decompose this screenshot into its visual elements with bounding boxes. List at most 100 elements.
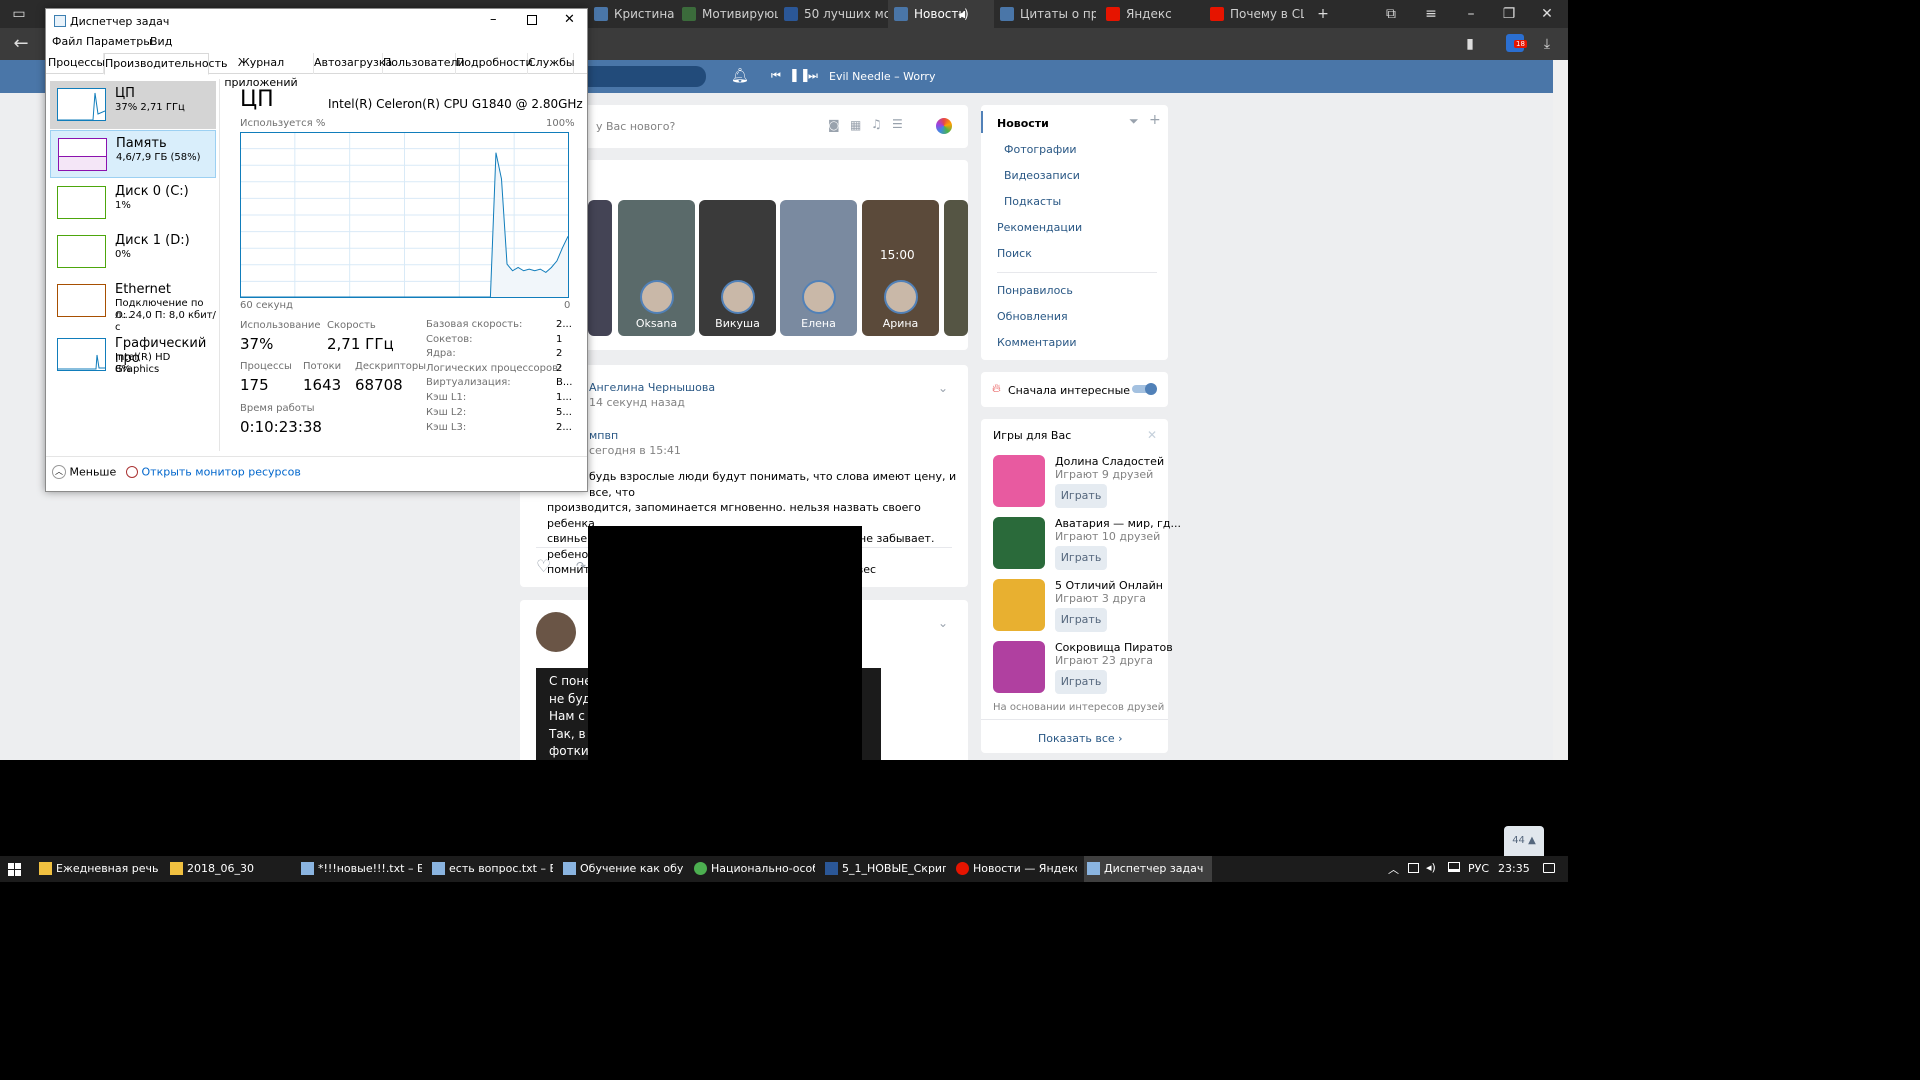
like-heart-icon[interactable]: ♡ (536, 557, 551, 577)
article-icon[interactable]: ☰ (892, 117, 903, 131)
tab-processes[interactable]: Процессы (48, 53, 105, 74)
notifications-icon[interactable] (1543, 863, 1555, 873)
game-icon[interactable] (993, 517, 1045, 569)
menu-item-photos[interactable]: Фотографии (1004, 143, 1077, 156)
fewer-details-button[interactable]: ︿ Меньше (52, 465, 116, 481)
taskbar-item[interactable]: 2018_06_30 (167, 856, 291, 882)
menu-item-updates[interactable]: Обновления (997, 310, 1068, 323)
side-item-disk1[interactable]: Диск 1 (D:) 0% (50, 228, 216, 276)
tab-startup[interactable]: Автозагрузка (314, 53, 392, 74)
vk-search-input[interactable] (580, 66, 706, 87)
play-button[interactable]: Играть (1055, 546, 1107, 570)
play-button[interactable]: Играть (1055, 608, 1107, 632)
menu-file[interactable]: Файл (52, 35, 82, 48)
back-arrow-icon[interactable]: ← (6, 30, 36, 58)
minimize-icon[interactable]: – (490, 12, 497, 27)
browser-tab[interactable]: Почему в США (1204, 0, 1304, 28)
bookmarks-icon[interactable]: ⧉ (1376, 0, 1406, 28)
browser-tab[interactable]: Яндекс (1100, 0, 1200, 28)
taskbar-item-active[interactable]: Диспетчер задач (1084, 856, 1212, 882)
tab-audio-icon[interactable]: ◂) (958, 0, 969, 28)
side-item-memory[interactable]: Память 4,6/7,9 ГБ (58%) (50, 130, 216, 178)
menu-icon[interactable]: ≡ (1416, 0, 1446, 28)
avatar-color-icon[interactable] (936, 118, 952, 134)
music-icon[interactable]: ♫ (871, 117, 882, 131)
tab-details[interactable]: Подробности (456, 53, 533, 74)
menu-item-news[interactable]: Новости (997, 117, 1049, 130)
menu-item-search[interactable]: Поиск (997, 247, 1032, 260)
start-windows-icon[interactable] (8, 863, 21, 876)
maximize-icon[interactable] (527, 15, 537, 25)
close-icon[interactable]: ✕ (1147, 428, 1157, 442)
story-item[interactable]: Oksana (618, 200, 695, 336)
taskbar-item[interactable]: Обучение как обуча... (560, 856, 684, 882)
game-title[interactable]: Долина Сладостей (1055, 455, 1164, 468)
tab-app-history[interactable]: Журнал приложений (209, 53, 314, 89)
input-language[interactable]: РУС (1468, 862, 1489, 875)
tray-device-icon[interactable] (1408, 863, 1419, 873)
play-button[interactable]: Играть (1055, 670, 1107, 694)
browser-tab[interactable]: Цитаты о прир (994, 0, 1096, 28)
tab-users[interactable]: Пользователи (383, 53, 465, 74)
menu-item-comments[interactable]: Комментарии (997, 336, 1077, 349)
post-author[interactable]: Ангелина Чернышова (589, 381, 715, 394)
repost-group[interactable]: мпвп (589, 429, 618, 442)
notifications-bell-icon[interactable]: 🔔︎ (731, 68, 749, 84)
story-item[interactable]: Викуша (699, 200, 776, 336)
browser-tab-active[interactable]: Новости ◂) (888, 0, 994, 28)
volume-icon[interactable]: ◂) (1426, 861, 1436, 874)
browser-tab[interactable]: 50 лучших мот (778, 0, 888, 28)
menu-item-videos[interactable]: Видеозаписи (1004, 169, 1080, 182)
browser-tab[interactable]: Мотивирующ (676, 0, 778, 28)
photo-icon[interactable]: ◙ (828, 118, 840, 132)
restore-icon[interactable]: ❐ (1494, 0, 1524, 28)
download-icon[interactable]: ⤓ (1532, 30, 1562, 58)
side-item-disk0[interactable]: Диск 0 (C:) 1% (50, 179, 216, 227)
taskbar-item[interactable]: Ежедневная речь (36, 856, 160, 882)
taskbar-item[interactable]: *!!!новые!!!.txt – Блок... (298, 856, 422, 882)
tray-chevron-icon[interactable]: ︿ (1388, 861, 1399, 877)
avatar[interactable] (536, 612, 576, 652)
game-icon[interactable] (993, 641, 1045, 693)
new-tab-icon[interactable]: + (1308, 0, 1338, 28)
taskbar-item[interactable]: есть вопрос.txt – Бл... (429, 856, 553, 882)
messages-counter[interactable]: 44 ▲ (1504, 826, 1544, 856)
page-scrollbar[interactable] (1553, 60, 1568, 760)
minimize-icon[interactable]: – (1456, 0, 1486, 28)
next-track-icon[interactable]: ⏭ (808, 69, 818, 83)
add-icon[interactable]: + (1149, 112, 1161, 128)
menu-view[interactable]: Вид (150, 35, 172, 48)
open-resource-monitor-link[interactable]: Открыть монитор ресурсов (126, 465, 301, 481)
menu-item-liked[interactable]: Понравилось (997, 284, 1073, 297)
side-item-gpu[interactable]: Графический про Intel(R) HD Graphics 8% (50, 331, 216, 379)
browser-tab[interactable]: Кристина Мак (588, 0, 676, 28)
taskbar-item[interactable]: Новости — Яндекс.Б... (953, 856, 1077, 882)
clock[interactable]: 23:35 (1498, 862, 1530, 875)
taskbar-item[interactable]: 5_1_НОВЫЕ_Скрипт... (822, 856, 946, 882)
story-item[interactable]: Елена (780, 200, 857, 336)
extension-badge-icon[interactable]: 18 (1506, 34, 1527, 52)
share-icon[interactable]: ↷ (576, 559, 586, 573)
game-title[interactable]: 5 Отличий Онлайн (1055, 579, 1163, 592)
menu-item-recommendations[interactable]: Рекомендации (997, 221, 1082, 234)
menu-item-podcasts[interactable]: Подкасты (1004, 195, 1061, 208)
post-time[interactable]: 14 секунд назад (589, 396, 685, 409)
title-bar[interactable]: Диспетчер задач – ✕ (46, 9, 587, 33)
story-item[interactable]: 15:00 Арина (862, 200, 939, 336)
game-icon[interactable] (993, 455, 1045, 507)
game-icon[interactable] (993, 579, 1045, 631)
tab-services[interactable]: Службы (528, 53, 575, 74)
tabs-overview-icon[interactable]: ▭ (4, 0, 34, 28)
chevron-down-icon[interactable]: ⌄ (938, 381, 948, 395)
taskbar-item[interactable]: Национально-особ... (691, 856, 815, 882)
chevron-down-icon[interactable]: ⌄ (938, 616, 948, 630)
video-icon[interactable]: ▦ (850, 118, 861, 132)
network-icon[interactable] (1448, 862, 1460, 872)
prev-track-icon[interactable]: ⏮ (771, 69, 781, 83)
filter-icon[interactable]: ⏷ (1129, 114, 1139, 129)
game-title[interactable]: Аватария — мир, гд... (1055, 517, 1181, 530)
tab-performance[interactable]: Производительность (104, 53, 228, 75)
story-item[interactable] (588, 200, 612, 336)
side-item-cpu[interactable]: ЦП 37% 2,71 ГГц (50, 81, 216, 129)
close-icon[interactable]: ✕ (564, 12, 575, 27)
